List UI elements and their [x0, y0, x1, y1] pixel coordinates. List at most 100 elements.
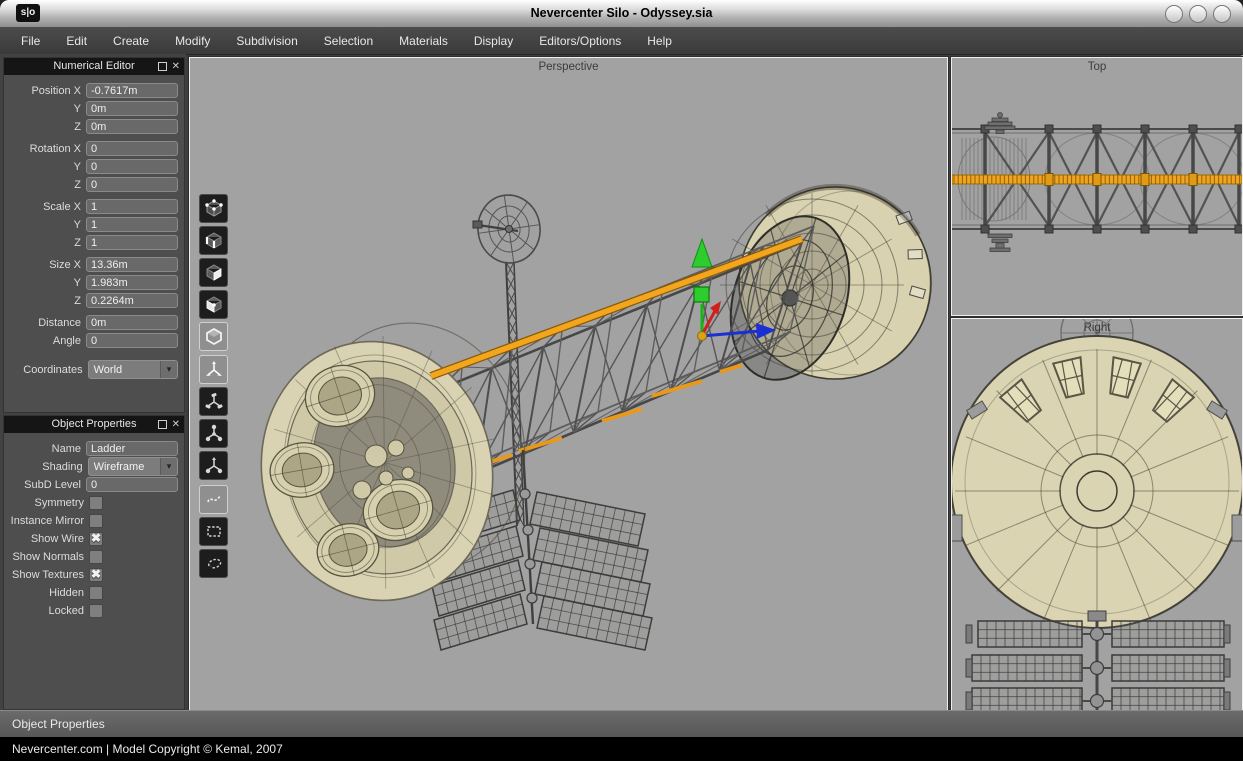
- menu-item-file[interactable]: File: [8, 28, 53, 54]
- object-properties-title[interactable]: Object Properties ✕: [4, 416, 184, 433]
- rotation-y-label: Y: [6, 161, 81, 173]
- rotation-z-field[interactable]: [86, 177, 178, 192]
- size-z-label: Z: [6, 295, 81, 307]
- scale-y-field[interactable]: [86, 217, 178, 232]
- size-z-field[interactable]: [86, 293, 178, 308]
- menu-item-subdivision[interactable]: Subdivision: [223, 28, 310, 54]
- menu-item-materials[interactable]: Materials: [386, 28, 461, 54]
- window-title: Nevercenter Silo - Odyssey.sia: [0, 6, 1243, 20]
- hidden-label: Hidden: [6, 587, 84, 599]
- position-y-field[interactable]: [86, 101, 178, 116]
- symmetry-checkbox[interactable]: [89, 496, 103, 510]
- select-tool-toolbar: [199, 485, 228, 578]
- status-bar: Object Properties: [0, 710, 1243, 738]
- subd-level-label: SubD Level: [6, 479, 81, 491]
- panel-maximize-icon[interactable]: [158, 62, 167, 71]
- check-mark-icon: ✖: [89, 567, 103, 581]
- show-normals-label: Show Normals: [6, 551, 84, 563]
- distance-field[interactable]: [86, 315, 178, 330]
- rotation-y-field[interactable]: [86, 159, 178, 174]
- instance-mirror-checkbox[interactable]: [89, 514, 103, 528]
- object-properties-panel: Object Properties ✕ Name Shading Wirefra…: [3, 415, 185, 710]
- element-mode-icon[interactable]: [199, 290, 228, 319]
- move-tool-icon[interactable]: [199, 355, 228, 384]
- menu-item-help[interactable]: Help: [634, 28, 685, 54]
- edge-mode-icon[interactable]: [199, 226, 228, 255]
- selection-mode-toolbar: [199, 194, 228, 351]
- top-view-canvas[interactable]: [952, 58, 1242, 315]
- distance-label: Distance: [6, 317, 81, 329]
- window-minimize-button[interactable]: [1165, 5, 1183, 23]
- name-label: Name: [6, 443, 81, 455]
- panel-maximize-icon[interactable]: [158, 420, 167, 429]
- window-close-button[interactable]: [1213, 5, 1231, 23]
- right-viewport[interactable]: Right: [951, 318, 1243, 711]
- chevron-down-icon: ▾: [160, 458, 177, 475]
- face-mode-icon[interactable]: [199, 258, 228, 287]
- title-bar[interactable]: s|o Nevercenter Silo - Odyssey.sia: [0, 0, 1243, 28]
- locked-checkbox[interactable]: [89, 604, 103, 618]
- numerical-editor-title[interactable]: Numerical Editor ✕: [4, 58, 184, 75]
- chevron-down-icon: ▾: [160, 361, 177, 378]
- scale-x-label: Scale X: [6, 201, 81, 213]
- vertex-mode-icon[interactable]: [199, 194, 228, 223]
- panel-close-icon[interactable]: ✕: [172, 420, 180, 430]
- object-properties-title-text: Object Properties: [52, 418, 137, 430]
- scale-x-field[interactable]: [86, 199, 178, 214]
- panel-close-icon[interactable]: ✕: [172, 62, 180, 72]
- numerical-editor-title-text: Numerical Editor: [53, 60, 134, 72]
- rect-select-icon[interactable]: [199, 517, 228, 546]
- universal-manipulator-icon[interactable]: [199, 451, 228, 480]
- scale-z-field[interactable]: [86, 235, 178, 250]
- window-maximize-button[interactable]: [1189, 5, 1207, 23]
- size-y-label: Y: [6, 277, 81, 289]
- object-mode-icon[interactable]: [199, 322, 228, 351]
- perspective-viewport[interactable]: Perspective: [189, 57, 948, 711]
- menu-item-selection[interactable]: Selection: [311, 28, 386, 54]
- coordinates-label: Coordinates: [6, 364, 83, 376]
- menu-item-edit[interactable]: Edit: [53, 28, 100, 54]
- perspective-canvas[interactable]: [190, 58, 947, 710]
- show-wire-checkbox[interactable]: ✖: [89, 532, 103, 546]
- paint-select-icon[interactable]: [199, 485, 228, 514]
- scale-z-label: Z: [6, 237, 81, 249]
- show-textures-checkbox[interactable]: ✖: [89, 568, 103, 582]
- menu-item-modify[interactable]: Modify: [162, 28, 223, 54]
- right-view-canvas[interactable]: [952, 319, 1242, 710]
- coordinates-dropdown[interactable]: World ▾: [88, 360, 178, 379]
- shading-dropdown[interactable]: Wireframe ▾: [88, 457, 178, 476]
- position-z-field[interactable]: [86, 119, 178, 134]
- rotation-x-field[interactable]: [86, 141, 178, 156]
- position-x-label: Position X: [6, 85, 81, 97]
- size-x-label: Size X: [6, 259, 81, 271]
- lasso-select-icon[interactable]: [199, 549, 228, 578]
- top-view-label: Top: [952, 61, 1242, 73]
- perspective-label: Perspective: [190, 61, 947, 73]
- status-text: Object Properties: [0, 711, 1243, 731]
- subd-level-field[interactable]: [86, 477, 178, 492]
- footer-text: Nevercenter.com | Model Copyright © Kema…: [0, 737, 1243, 756]
- show-wire-label: Show Wire: [6, 533, 84, 545]
- top-viewport[interactable]: Top: [951, 57, 1243, 316]
- symmetry-label: Symmetry: [6, 497, 84, 509]
- menu-bar: File Edit Create Modify Subdivision Sele…: [0, 27, 1243, 55]
- hidden-checkbox[interactable]: [89, 586, 103, 600]
- rotation-x-label: Rotation X: [6, 143, 81, 155]
- coordinates-value: World: [89, 364, 160, 376]
- scale-y-label: Y: [6, 219, 81, 231]
- menu-item-editors-options[interactable]: Editors/Options: [526, 28, 634, 54]
- size-x-field[interactable]: [86, 257, 178, 272]
- menu-item-display[interactable]: Display: [461, 28, 526, 54]
- locked-label: Locked: [6, 605, 84, 617]
- object-name-field[interactable]: [86, 441, 178, 456]
- shading-label: Shading: [6, 461, 83, 473]
- show-normals-checkbox[interactable]: [89, 550, 103, 564]
- scale-tool-icon[interactable]: [199, 419, 228, 448]
- position-x-field[interactable]: [86, 83, 178, 98]
- rotation-z-label: Z: [6, 179, 81, 191]
- size-y-field[interactable]: [86, 275, 178, 290]
- window-buttons: [1165, 5, 1231, 23]
- rotate-tool-icon[interactable]: [199, 387, 228, 416]
- menu-item-create[interactable]: Create: [100, 28, 162, 54]
- angle-field[interactable]: [86, 333, 178, 348]
